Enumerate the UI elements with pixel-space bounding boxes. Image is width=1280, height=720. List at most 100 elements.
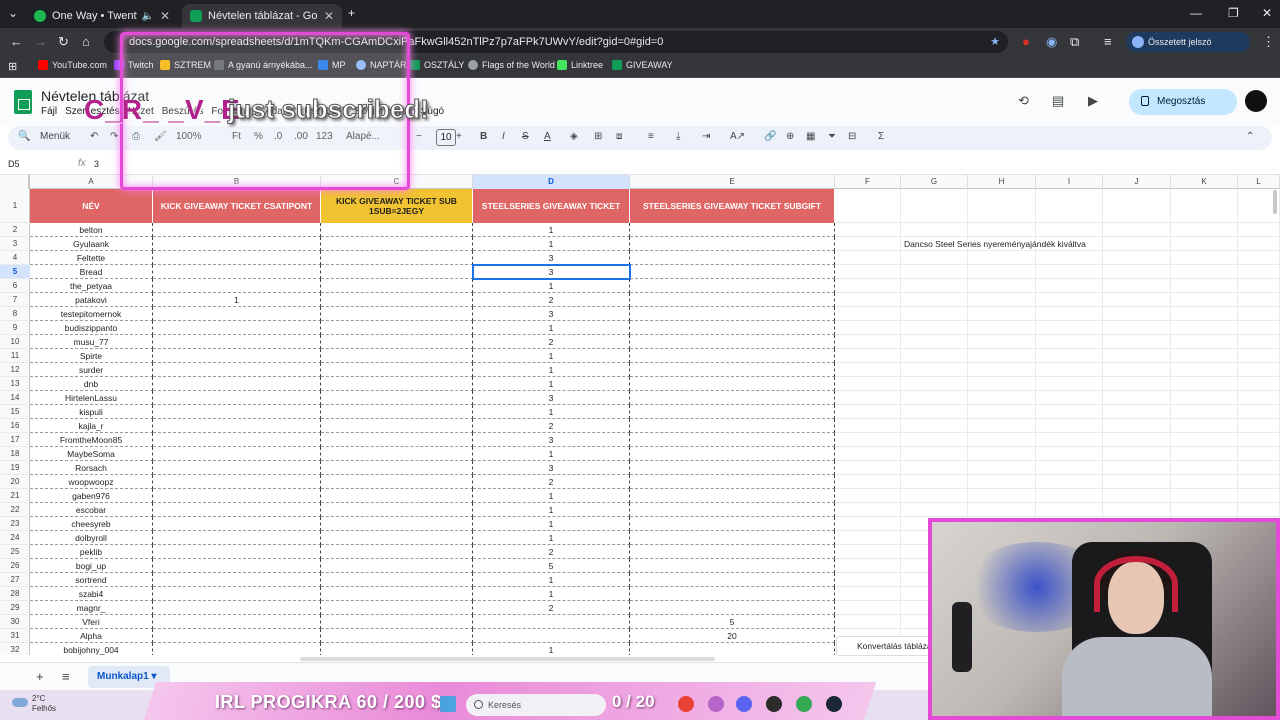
empty-cell[interactable]: [1171, 265, 1238, 279]
empty-cell[interactable]: [1036, 189, 1103, 223]
value-cell[interactable]: 1: [473, 321, 630, 335]
empty-cell[interactable]: [1238, 405, 1280, 419]
insert-chart-icon[interactable]: ▦: [806, 131, 815, 142]
value-cell[interactable]: [153, 517, 321, 531]
empty-cell[interactable]: [901, 475, 968, 489]
new-tab-icon[interactable]: +: [348, 6, 355, 20]
empty-cell[interactable]: [1238, 419, 1280, 433]
value-cell[interactable]: [153, 335, 321, 349]
empty-cell[interactable]: [901, 223, 968, 237]
value-cell[interactable]: [630, 503, 835, 517]
value-cell[interactable]: [153, 391, 321, 405]
name-cell[interactable]: musu_77: [30, 335, 153, 349]
value-cell[interactable]: [153, 643, 321, 655]
home-icon[interactable]: ⌂: [82, 34, 90, 49]
value-cell[interactable]: [321, 279, 473, 293]
empty-cell[interactable]: [1103, 189, 1171, 223]
empty-cell[interactable]: [1171, 461, 1238, 475]
empty-cell[interactable]: [901, 335, 968, 349]
name-cell[interactable]: dolbyroll: [30, 531, 153, 545]
value-cell[interactable]: [630, 545, 835, 559]
name-cell[interactable]: gaben976: [30, 489, 153, 503]
password-button[interactable]: Összetett jelszó megadása: [1126, 32, 1250, 67]
text-wrap-icon[interactable]: ⇥: [702, 131, 710, 142]
name-cell[interactable]: Vferi: [30, 615, 153, 629]
empty-cell[interactable]: [1103, 251, 1171, 265]
value-cell[interactable]: [153, 629, 321, 643]
value-cell[interactable]: [630, 573, 835, 587]
empty-cell[interactable]: [1103, 307, 1171, 321]
value-cell[interactable]: [153, 307, 321, 321]
column-header[interactable]: E: [630, 175, 835, 189]
name-cell[interactable]: Rorsach: [30, 461, 153, 475]
empty-cell[interactable]: [901, 251, 968, 265]
name-cell[interactable]: Bread: [30, 265, 153, 279]
reading-list-icon[interactable]: ≡: [1104, 34, 1112, 49]
search-menus[interactable]: Menük: [40, 131, 70, 142]
row-header[interactable]: 11: [0, 349, 30, 363]
horizontal-scrollbar[interactable]: [300, 657, 715, 661]
row-header[interactable]: 32: [0, 643, 30, 655]
value-cell[interactable]: [321, 307, 473, 321]
insert-comment-icon[interactable]: ⊕: [786, 131, 794, 142]
empty-cell[interactable]: [968, 475, 1036, 489]
value-cell[interactable]: [630, 321, 835, 335]
font-size-minus-icon[interactable]: −: [416, 131, 422, 142]
value-cell[interactable]: [630, 475, 835, 489]
name-cell[interactable]: testepitomernok: [30, 307, 153, 321]
value-cell[interactable]: 3: [472, 264, 631, 280]
empty-cell[interactable]: [1171, 391, 1238, 405]
formula-input[interactable]: 3: [94, 159, 99, 169]
empty-cell[interactable]: [1171, 307, 1238, 321]
empty-cell[interactable]: [1171, 293, 1238, 307]
empty-cell[interactable]: [835, 363, 901, 377]
value-cell[interactable]: 1: [473, 531, 630, 545]
value-cell[interactable]: 20: [630, 629, 835, 643]
collapse-toolbar-icon[interactable]: ⌃: [1246, 131, 1254, 142]
strikethrough-icon[interactable]: S: [522, 131, 529, 142]
value-cell[interactable]: [630, 643, 835, 655]
empty-cell[interactable]: [901, 189, 968, 223]
empty-cell[interactable]: [835, 279, 901, 293]
row-header[interactable]: 3: [0, 237, 30, 251]
empty-cell[interactable]: [968, 189, 1036, 223]
value-cell[interactable]: [321, 447, 473, 461]
value-cell[interactable]: [321, 405, 473, 419]
value-cell[interactable]: [153, 405, 321, 419]
select-all-corner[interactable]: [0, 175, 30, 189]
empty-cell[interactable]: [1036, 447, 1103, 461]
forward-icon[interactable]: →: [34, 34, 47, 49]
taskbar-search[interactable]: Keresés: [466, 694, 606, 716]
row-header[interactable]: 30: [0, 615, 30, 629]
empty-cell[interactable]: [968, 391, 1036, 405]
empty-cell[interactable]: [835, 237, 901, 251]
steam-icon[interactable]: [826, 696, 842, 712]
value-cell[interactable]: [153, 321, 321, 335]
close-window-icon[interactable]: ✕: [1262, 6, 1272, 20]
value-cell[interactable]: [630, 349, 835, 363]
value-cell[interactable]: [321, 419, 473, 433]
empty-cell[interactable]: [1238, 237, 1280, 251]
value-cell[interactable]: [321, 363, 473, 377]
row-header[interactable]: 7: [0, 293, 30, 307]
value-cell[interactable]: [321, 573, 473, 587]
meet-icon[interactable]: ▶: [1088, 93, 1098, 109]
empty-cell[interactable]: [835, 545, 901, 559]
value-cell[interactable]: [153, 265, 321, 279]
value-cell[interactable]: [321, 615, 473, 629]
empty-cell[interactable]: [901, 321, 968, 335]
column-header[interactable]: J: [1103, 175, 1171, 189]
empty-cell[interactable]: [1103, 363, 1171, 377]
row-header[interactable]: 10: [0, 335, 30, 349]
value-cell[interactable]: 2: [473, 419, 630, 433]
empty-cell[interactable]: [1036, 363, 1103, 377]
empty-cell[interactable]: [901, 461, 968, 475]
text-color-icon[interactable]: A: [544, 131, 551, 142]
value-cell[interactable]: 2: [473, 335, 630, 349]
empty-cell[interactable]: [1171, 419, 1238, 433]
value-cell[interactable]: [321, 237, 473, 251]
value-cell[interactable]: 3: [473, 251, 630, 265]
empty-cell[interactable]: [901, 447, 968, 461]
add-sheet-icon[interactable]: +: [36, 669, 44, 684]
empty-cell[interactable]: [835, 447, 901, 461]
